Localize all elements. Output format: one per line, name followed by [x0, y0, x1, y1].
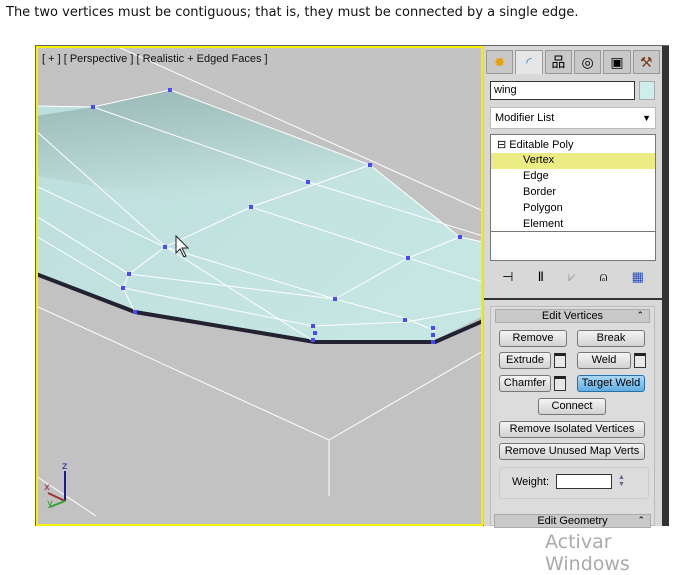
edit-geometry-header[interactable]: Edit Geometry ⌃: [494, 514, 651, 528]
stack-divider: [491, 231, 655, 232]
extrude-button[interactable]: Extrude: [499, 352, 551, 369]
display-tab-icon[interactable]: ▣: [603, 50, 631, 74]
show-end-result-icon[interactable]: Ⅱ: [538, 269, 544, 285]
chamfer-button[interactable]: Chamfer: [499, 375, 551, 392]
panel-divider: [484, 298, 662, 300]
modifier-stack: ⊟ Editable Poly Vertex Edge Border Polyg…: [490, 134, 656, 261]
perspective-viewport[interactable]: z x y [ + ] [ Perspective ] [ Realistic …: [36, 46, 483, 526]
weight-label: Weight:: [512, 476, 550, 488]
target-weld-button[interactable]: Target Weld: [577, 375, 645, 392]
rollout-title: Edit Vertices: [541, 310, 604, 322]
weld-settings-icon[interactable]: [634, 353, 646, 368]
collapse-chevron-icon: ⌃: [637, 515, 645, 525]
stack-root-label: Editable Poly: [509, 139, 574, 151]
command-tabs: ✸ ◜ 品 ◎ ▣ ⚒: [484, 46, 662, 74]
edit-geometry-rollout: Edit Geometry ⌃: [490, 512, 655, 530]
collapse-chevron-icon: ⌃: [636, 310, 644, 320]
motion-tab-icon[interactable]: ◎: [573, 50, 602, 74]
remove-modifier-icon[interactable]: ⍝: [600, 269, 608, 285]
weight-group: Weight: ▲ ▼: [499, 467, 649, 499]
stack-item-border[interactable]: Border: [491, 185, 655, 201]
object-color-swatch[interactable]: [639, 81, 655, 100]
object-name-input[interactable]: wing: [490, 81, 635, 100]
modifier-list-label: Modifier List: [495, 112, 555, 124]
remove-unused-map-verts-button[interactable]: Remove Unused Map Verts: [499, 443, 645, 460]
activation-watermark: Activar Windows: [545, 531, 630, 575]
hierarchy-tab-icon[interactable]: 品: [544, 50, 572, 74]
modifier-list-dropdown[interactable]: Modifier List ▼: [490, 107, 656, 129]
chevron-down-icon: ▼: [642, 113, 651, 123]
collapse-icon[interactable]: ⊟: [497, 139, 506, 151]
remove-isolated-vertices-button[interactable]: Remove Isolated Vertices: [499, 421, 645, 438]
edit-vertices-header[interactable]: Edit Vertices ⌃: [495, 309, 650, 323]
stack-item-polygon[interactable]: Polygon: [491, 201, 655, 217]
axis-y-label: y: [47, 498, 53, 509]
panel-scrollbar[interactable]: [662, 46, 669, 526]
stack-item-editable-poly[interactable]: ⊟ Editable Poly: [497, 137, 661, 153]
weight-spinner-icon[interactable]: ▲ ▼: [617, 474, 626, 489]
stack-tools: ⊣ Ⅱ ⩗ ⍝ ▦: [490, 266, 656, 288]
rollout-title: Edit Geometry: [537, 515, 608, 527]
configure-modifier-sets-icon[interactable]: ▦: [632, 269, 644, 285]
weight-input[interactable]: [556, 474, 612, 489]
stack-item-vertex[interactable]: Vertex: [491, 153, 655, 169]
weld-button[interactable]: Weld: [577, 352, 631, 369]
viewport-label[interactable]: [ + ] [ Perspective ] [ Realistic + Edge…: [42, 53, 268, 65]
pin-stack-icon[interactable]: ⊣: [502, 269, 513, 285]
chamfer-settings-icon[interactable]: [554, 376, 566, 391]
remove-button[interactable]: Remove: [499, 330, 567, 347]
utilities-hammer-icon[interactable]: ⚒: [632, 50, 660, 74]
extrude-settings-icon[interactable]: [554, 353, 566, 368]
make-unique-icon[interactable]: ⩗: [568, 269, 575, 285]
break-button[interactable]: Break: [577, 330, 645, 347]
modify-tab-icon[interactable]: ◜: [515, 50, 543, 74]
axis-z-label: z: [62, 461, 67, 472]
stack-item-edge[interactable]: Edge: [491, 169, 655, 185]
axis-x-label: x: [44, 482, 50, 493]
create-tab-icon[interactable]: ✸: [486, 50, 514, 74]
caption-text: The two vertices must be contiguous; tha…: [6, 5, 579, 20]
command-panel: ✸ ◜ 品 ◎ ▣ ⚒ wing Modifier List ▼ ⊟ Editab…: [484, 46, 662, 528]
connect-button[interactable]: Connect: [538, 398, 606, 415]
wing-mesh: z x y: [38, 48, 481, 517]
edit-vertices-rollout: Edit Vertices ⌃ Remove Break Extrude Weld…: [490, 306, 655, 526]
